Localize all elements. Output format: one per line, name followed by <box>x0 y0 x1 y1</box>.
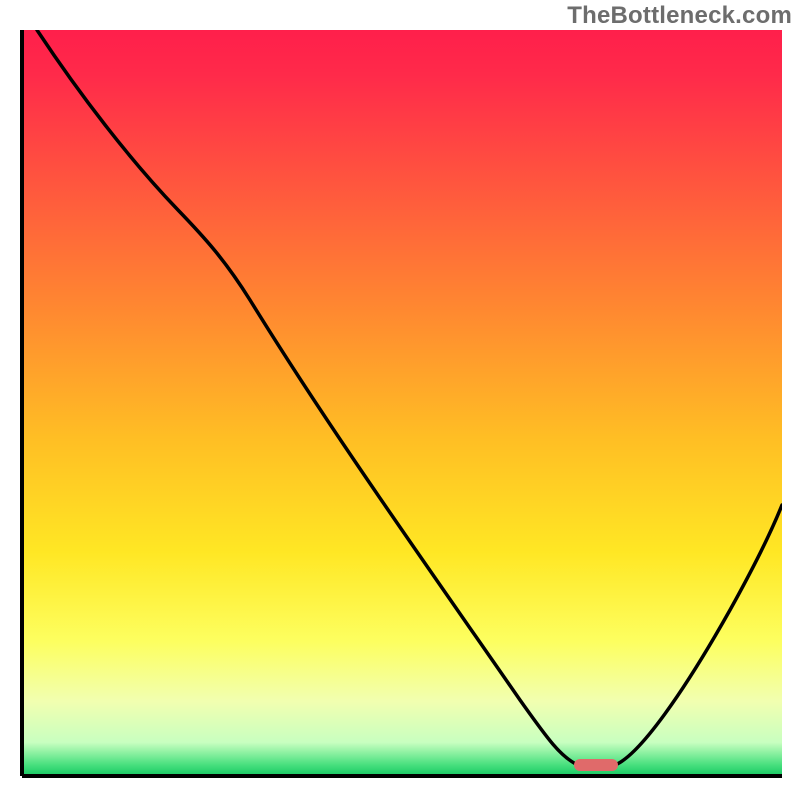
optimal-marker <box>574 759 618 771</box>
watermark-text: TheBottleneck.com <box>567 2 792 30</box>
plot-background <box>22 30 782 776</box>
bottleneck-chart <box>0 0 800 800</box>
chart-stage: TheBottleneck.com <box>0 0 800 800</box>
